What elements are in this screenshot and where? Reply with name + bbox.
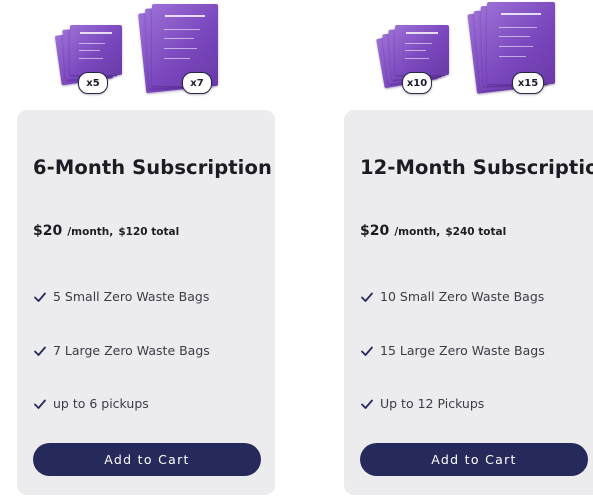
- plan-card-12-month: 12-Month Subscription $20 /month, $240 t…: [344, 110, 593, 495]
- large-bag-count-badge: x15: [512, 72, 544, 94]
- feature-item: 7 Large Zero Waste Bags: [33, 343, 210, 358]
- plan-1-bag-images: x5 x7: [50, 0, 240, 104]
- plan-title: 6-Month Subscription: [33, 156, 272, 179]
- feature-label: 10 Small Zero Waste Bags: [380, 289, 545, 304]
- feature-item: Up to 12 Pickups: [360, 396, 484, 411]
- price-total: $240 total: [445, 226, 507, 238]
- feature-item: 10 Small Zero Waste Bags: [360, 289, 544, 304]
- check-icon: [34, 346, 46, 356]
- check-icon: [361, 346, 373, 356]
- plan-price: $20 /month, $240 total: [360, 220, 506, 239]
- check-icon: [361, 399, 373, 409]
- add-to-cart-button[interactable]: Add to Cart: [33, 443, 261, 476]
- plan-price: $20 /month, $120 total: [33, 220, 179, 239]
- price-total: $120 total: [118, 226, 180, 238]
- price-amount: $20: [33, 223, 63, 239]
- plan-2-bag-images: x10 x15: [372, 0, 582, 104]
- large-bag-count-badge: x7: [182, 72, 212, 94]
- add-to-cart-button[interactable]: Add to Cart: [360, 443, 588, 476]
- price-amount: $20: [360, 223, 390, 239]
- check-icon: [34, 399, 46, 409]
- feature-label: up to 6 pickups: [53, 396, 149, 411]
- feature-item: 5 Small Zero Waste Bags: [33, 289, 209, 304]
- feature-label: 5 Small Zero Waste Bags: [53, 289, 210, 304]
- plan-card-6-month: 6-Month Subscription $20 /month, $120 to…: [17, 110, 275, 495]
- feature-label: 7 Large Zero Waste Bags: [53, 343, 210, 358]
- check-icon: [361, 292, 373, 302]
- small-bag-count-badge: x10: [402, 72, 432, 94]
- check-icon: [34, 292, 46, 302]
- feature-label: 15 Large Zero Waste Bags: [380, 343, 545, 358]
- feature-item: 15 Large Zero Waste Bags: [360, 343, 545, 358]
- feature-label: Up to 12 Pickups: [380, 396, 485, 411]
- small-bag-count-badge: x5: [78, 72, 108, 94]
- price-period: /month,: [394, 226, 441, 238]
- feature-item: up to 6 pickups: [33, 396, 149, 411]
- plan-title: 12-Month Subscription: [360, 156, 593, 179]
- price-period: /month,: [67, 226, 114, 238]
